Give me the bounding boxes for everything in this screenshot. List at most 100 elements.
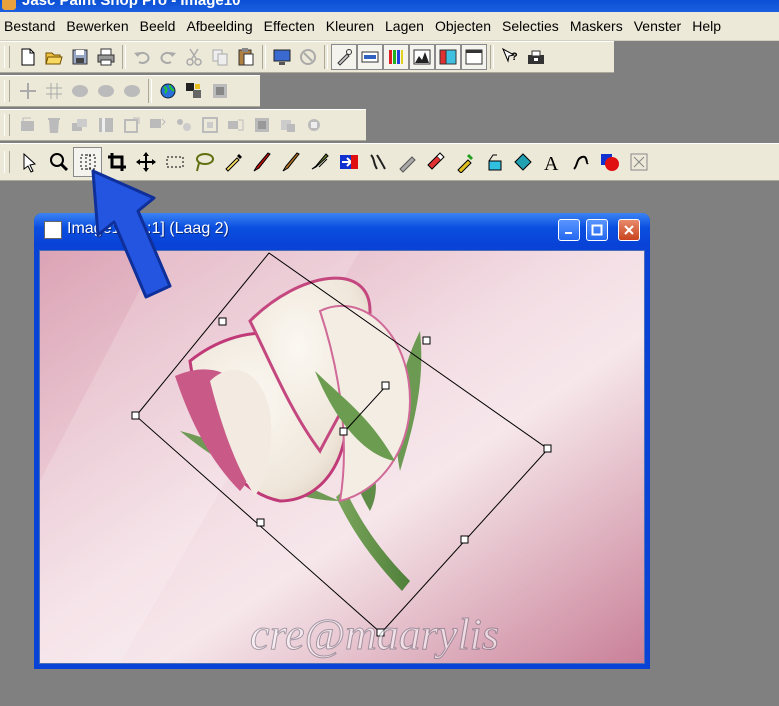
canvas-image: cre@maarylis xyxy=(40,251,644,663)
delete-layer-icon[interactable] xyxy=(41,112,67,138)
image-document-window[interactable]: Image10 [1:1] (Laag 2) cre@maarylis xyxy=(34,213,650,669)
menu-effecten[interactable]: Effecten xyxy=(260,18,322,34)
deform-icon[interactable] xyxy=(73,147,102,177)
menu-afbeelding[interactable]: Afbeelding xyxy=(182,18,259,34)
help-icon[interactable]: ? xyxy=(497,44,523,70)
cut-icon[interactable] xyxy=(181,44,207,70)
toolbar-grip[interactable] xyxy=(4,46,10,68)
gif-icon[interactable] xyxy=(93,78,119,104)
menu-bewerken[interactable]: Bewerken xyxy=(62,18,135,34)
separator xyxy=(148,79,152,103)
print-icon[interactable] xyxy=(93,44,119,70)
preset-shape-icon[interactable] xyxy=(595,147,624,177)
png-icon[interactable] xyxy=(119,78,145,104)
zoom-icon[interactable] xyxy=(44,147,73,177)
undo-icon[interactable] xyxy=(129,44,155,70)
menu-selecties[interactable]: Selecties xyxy=(498,18,566,34)
menu-lagen[interactable]: Lagen xyxy=(381,18,431,34)
close-button[interactable] xyxy=(618,219,640,241)
watermark-text: cre@maarylis xyxy=(250,610,499,659)
image-canvas[interactable]: cre@maarylis xyxy=(39,250,645,664)
slicer-icon[interactable] xyxy=(207,78,233,104)
crop-icon[interactable] xyxy=(102,147,131,177)
overview-icon[interactable] xyxy=(357,44,383,70)
deform-handle[interactable] xyxy=(131,411,140,420)
menu-bar: Bestand Bewerken Beeld Afbeelding Effect… xyxy=(0,12,779,41)
text-icon[interactable]: A xyxy=(537,147,566,177)
svg-text:A: A xyxy=(544,153,559,173)
airbrush-icon[interactable] xyxy=(450,147,479,177)
globe-icon[interactable] xyxy=(155,78,181,104)
deform-handle[interactable] xyxy=(339,427,348,436)
deform-handle[interactable] xyxy=(422,336,431,345)
maximize-button[interactable] xyxy=(586,219,608,241)
merge-icon[interactable] xyxy=(145,112,171,138)
object-selector-icon[interactable] xyxy=(624,147,653,177)
mirror-icon[interactable] xyxy=(249,112,275,138)
paste-icon[interactable] xyxy=(233,44,259,70)
layers-palette-icon[interactable] xyxy=(435,44,461,70)
guides-icon[interactable] xyxy=(41,78,67,104)
deform-handle[interactable] xyxy=(218,317,227,326)
new-icon[interactable] xyxy=(15,44,41,70)
tools-toolbar: A xyxy=(0,143,779,181)
toolbar-grip[interactable] xyxy=(4,114,10,136)
draw-icon[interactable] xyxy=(566,147,595,177)
screen-capture-icon[interactable] xyxy=(269,44,295,70)
deform-handle[interactable] xyxy=(460,535,469,544)
browse-icon[interactable] xyxy=(295,44,321,70)
document-title-bar[interactable]: Image10 [1:1] (Laag 2) xyxy=(34,213,650,245)
layer-icon[interactable] xyxy=(409,44,435,70)
move-icon[interactable] xyxy=(131,147,160,177)
arrange-icon[interactable] xyxy=(301,112,327,138)
menu-maskers[interactable]: Maskers xyxy=(566,18,630,34)
jpg-icon[interactable] xyxy=(67,78,93,104)
new-layer-icon[interactable] xyxy=(15,112,41,138)
toolbar-grip[interactable] xyxy=(4,80,10,102)
layers-toolbar xyxy=(0,109,366,141)
group-icon[interactable] xyxy=(171,112,197,138)
clone-icon[interactable] xyxy=(276,147,305,177)
layer-props-icon[interactable] xyxy=(93,112,119,138)
color-palette-icon[interactable] xyxy=(331,44,357,70)
retouch-icon[interactable] xyxy=(305,147,334,177)
scan-icon[interactable] xyxy=(523,44,549,70)
save-icon[interactable] xyxy=(67,44,93,70)
toolbar-grip[interactable] xyxy=(4,151,10,173)
eraser-icon[interactable] xyxy=(392,147,421,177)
svg-text:?: ? xyxy=(511,51,518,63)
copy-icon[interactable] xyxy=(207,44,233,70)
draw-shape-icon[interactable] xyxy=(508,147,537,177)
arrow-icon[interactable] xyxy=(15,147,44,177)
minimize-button[interactable] xyxy=(558,219,580,241)
rotate-icon[interactable] xyxy=(275,112,301,138)
deform-handle[interactable] xyxy=(256,518,265,527)
grid-icon[interactable] xyxy=(15,78,41,104)
picture-tube-icon[interactable] xyxy=(421,147,450,177)
frame-icon[interactable] xyxy=(197,112,223,138)
selection-icon[interactable] xyxy=(160,147,189,177)
standard-toolbar: ? xyxy=(0,41,614,73)
flip-icon[interactable] xyxy=(223,112,249,138)
open-icon[interactable] xyxy=(41,44,67,70)
image-mapper-icon[interactable] xyxy=(181,78,207,104)
window-icon[interactable] xyxy=(461,44,487,70)
rotation-handle[interactable] xyxy=(381,381,390,390)
mask-icon[interactable] xyxy=(119,112,145,138)
color-replacer-icon[interactable] xyxy=(334,147,363,177)
menu-objecten[interactable]: Objecten xyxy=(431,18,498,34)
menu-beeld[interactable]: Beeld xyxy=(136,18,183,34)
histogram-icon[interactable] xyxy=(383,44,409,70)
dropper-icon[interactable] xyxy=(218,147,247,177)
deform-handle[interactable] xyxy=(543,444,552,453)
paintbrush-icon[interactable] xyxy=(247,147,276,177)
menu-kleuren[interactable]: Kleuren xyxy=(322,18,381,34)
duplicate-layer-icon[interactable] xyxy=(67,112,93,138)
lasso-icon[interactable] xyxy=(189,147,218,177)
menu-bestand[interactable]: Bestand xyxy=(0,18,62,34)
menu-venster[interactable]: Venster xyxy=(630,18,688,34)
flood-fill-icon[interactable] xyxy=(479,147,508,177)
scratch-remover-icon[interactable] xyxy=(363,147,392,177)
menu-help[interactable]: Help xyxy=(688,18,728,34)
redo-icon[interactable] xyxy=(155,44,181,70)
